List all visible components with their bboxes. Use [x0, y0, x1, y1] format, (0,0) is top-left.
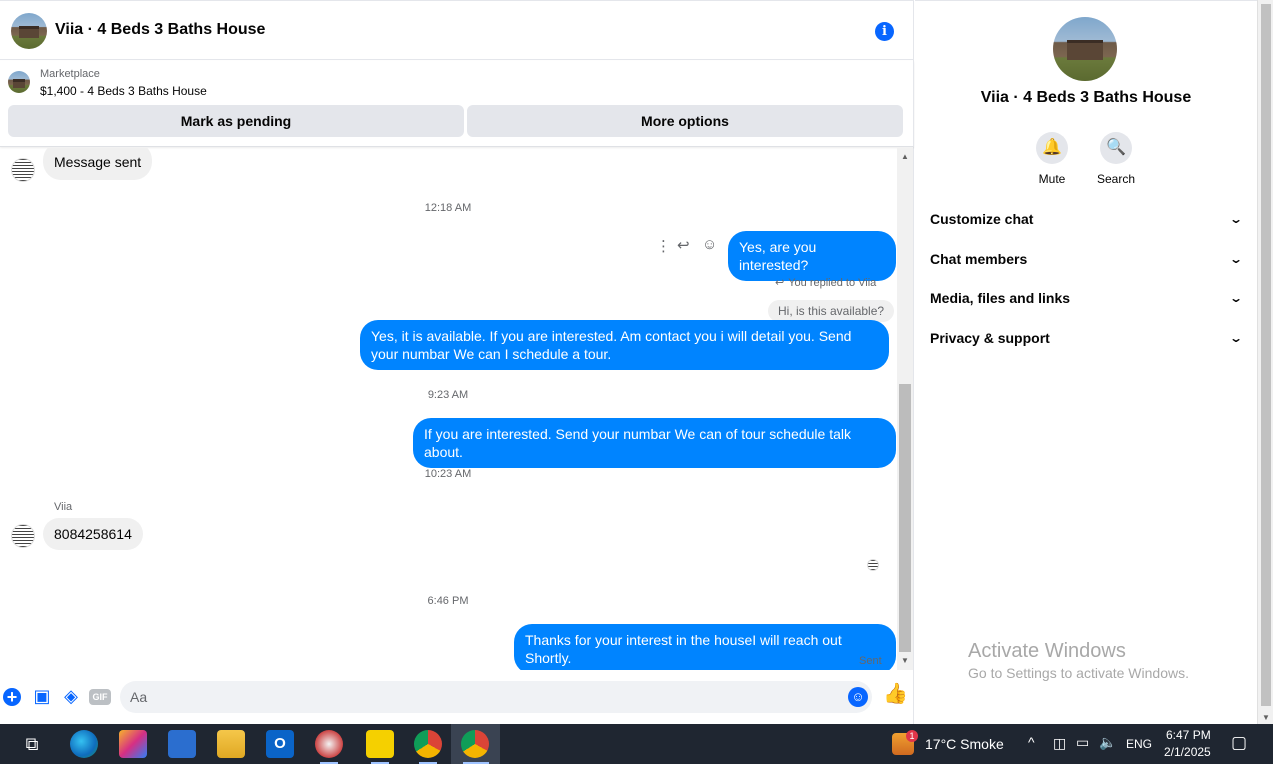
- timestamp: 6:46 PM: [427, 595, 469, 607]
- sticker-icon[interactable]: ◈: [61, 686, 81, 706]
- reply-arrow-icon: ↩: [775, 277, 785, 289]
- conversation-title[interactable]: Viia · 4 Beds 3 Baths House: [55, 21, 265, 39]
- sticky-notes-icon[interactable]: [366, 730, 394, 758]
- read-receipt-avatar: [867, 559, 879, 571]
- sender-avatar[interactable]: [11, 158, 35, 182]
- messenger-window: Viia · 4 Beds 3 Baths House i Marketplac…: [0, 0, 1273, 764]
- conversation-info-panel: Viia · 4 Beds 3 Baths House 🔔 Mute 🔍 Sea…: [915, 0, 1257, 724]
- section-label: Media, files and links: [930, 290, 1071, 306]
- message-input[interactable]: [130, 681, 830, 713]
- timestamp: 12:18 AM: [424, 202, 472, 214]
- profile-avatar[interactable]: [1053, 17, 1117, 81]
- paint-icon[interactable]: [315, 730, 343, 758]
- store-icon[interactable]: [168, 730, 196, 758]
- page-scrollbar[interactable]: ▼: [1257, 0, 1273, 724]
- reply-note: ↩ You replied to Viia: [775, 276, 876, 289]
- gif-icon[interactable]: GIF: [89, 689, 111, 705]
- chevron-up-icon[interactable]: ^: [1028, 734, 1035, 750]
- conversation-avatar[interactable]: [11, 13, 47, 49]
- mute-button[interactable]: 🔔 Mute: [1022, 132, 1082, 186]
- outgoing-message[interactable]: Thanks for your interest in the houseI w…: [514, 624, 896, 670]
- weather-badge: 1: [906, 730, 918, 742]
- plus-icon[interactable]: +: [3, 688, 21, 707]
- section-label: Chat members: [930, 251, 1028, 267]
- scroll-down-icon[interactable]: ▼: [1258, 713, 1273, 722]
- network-icon[interactable]: ▭: [1076, 734, 1089, 751]
- notifications-icon[interactable]: ▢: [1231, 733, 1247, 753]
- sender-name: Viia: [54, 501, 73, 513]
- language-indicator[interactable]: ENG: [1126, 737, 1152, 751]
- incoming-message[interactable]: Message sent: [43, 148, 153, 180]
- chrome-active-tile[interactable]: [451, 724, 500, 764]
- taskbar: ⧉ O 1 17°C Smoke ^ ◫ ▭ 🔈 ENG 6:47 PM 2/1…: [0, 724, 1273, 764]
- page-scroll-thumb[interactable]: [1261, 4, 1271, 706]
- outgoing-message[interactable]: If you are interested. Send your numbar …: [413, 418, 896, 468]
- chrome-icon: [461, 730, 489, 758]
- volume-icon[interactable]: 🔈: [1099, 734, 1116, 751]
- scroll-up-icon[interactable]: ▲: [897, 150, 913, 164]
- chevron-down-icon: ⌄: [1228, 252, 1244, 266]
- sender-avatar[interactable]: [11, 524, 35, 548]
- reply-note-text: You replied to Viia: [788, 277, 877, 289]
- profile-title: Viia · 4 Beds 3 Baths House: [980, 89, 1192, 106]
- scroll-thumb[interactable]: [899, 384, 911, 652]
- section-privacy-support[interactable]: Privacy & support ⌄: [923, 320, 1249, 356]
- composer: + ▣ ◈ GIF ☺ 👍: [0, 678, 914, 716]
- chevron-down-icon: ⌄: [1228, 331, 1244, 345]
- bell-icon: 🔔: [1036, 132, 1068, 164]
- section-label: Customize chat: [930, 211, 1034, 227]
- mark-as-pending-button[interactable]: Mark as pending: [8, 105, 464, 137]
- weather-text[interactable]: 17°C Smoke: [925, 736, 1004, 752]
- edge-icon[interactable]: [70, 730, 98, 758]
- reply-icon[interactable]: ↩: [677, 236, 690, 254]
- file-explorer-icon[interactable]: [217, 730, 245, 758]
- scroll-down-icon[interactable]: ▼: [897, 654, 913, 668]
- section-chat-members[interactable]: Chat members ⌄: [923, 241, 1249, 277]
- section-media-files-links[interactable]: Media, files and links ⌄: [923, 280, 1249, 316]
- search-button[interactable]: 🔍 Search: [1086, 132, 1146, 186]
- search-icon: 🔍: [1100, 132, 1132, 164]
- outgoing-message[interactable]: Yes, it is available. If you are interes…: [360, 320, 889, 370]
- chevron-down-icon: ⌄: [1228, 291, 1244, 305]
- task-view-icon[interactable]: ⧉: [20, 730, 44, 758]
- meet-now-icon[interactable]: ◫: [1053, 735, 1066, 752]
- message-status: Sent: [859, 655, 882, 667]
- marketplace-banner: Marketplace $1,400 - 4 Beds 3 Baths Hous…: [0, 61, 914, 147]
- message-list[interactable]: Message sent 12:18 AM ⋮ ↩ ☺ Yes, are you…: [0, 148, 896, 670]
- clock-date[interactable]: 2/1/2025: [1164, 745, 1211, 759]
- outgoing-message[interactable]: Yes, are you interested?: [728, 231, 896, 281]
- timestamp: 9:23 AM: [427, 389, 469, 401]
- more-vertical-icon[interactable]: ⋮: [656, 237, 671, 255]
- activation-watermark-title: Activate Windows: [968, 640, 1126, 662]
- section-label: Privacy & support: [930, 330, 1050, 346]
- section-customize-chat[interactable]: Customize chat ⌄: [923, 201, 1249, 237]
- listing-title[interactable]: $1,400 - 4 Beds 3 Baths House: [40, 84, 207, 98]
- chevron-down-icon: ⌄: [1228, 212, 1244, 226]
- outlook-icon[interactable]: O: [266, 730, 294, 758]
- chrome-icon[interactable]: [414, 730, 442, 758]
- chat-column: Viia · 4 Beds 3 Baths House i Marketplac…: [0, 0, 914, 724]
- listing-thumbnail[interactable]: [8, 71, 30, 93]
- message-input-box[interactable]: ☺: [120, 681, 872, 713]
- photo-icon[interactable]: ▣: [32, 686, 52, 706]
- marketplace-label: Marketplace: [40, 68, 100, 80]
- react-emoji-icon[interactable]: ☺: [702, 236, 717, 253]
- more-options-button[interactable]: More options: [467, 105, 903, 137]
- search-label: Search: [1096, 172, 1136, 186]
- clock-time[interactable]: 6:47 PM: [1166, 728, 1211, 742]
- thumbs-up-icon[interactable]: 👍: [883, 684, 908, 704]
- message-scrollbar[interactable]: ▲ ▼: [897, 148, 913, 670]
- info-icon[interactable]: i: [875, 22, 894, 41]
- activation-watermark-subtitle: Go to Settings to activate Windows.: [968, 665, 1189, 681]
- quoted-message[interactable]: Hi, is this available?: [768, 300, 895, 322]
- emoji-icon[interactable]: ☺: [848, 687, 868, 707]
- timestamp: 10:23 AM: [424, 468, 472, 480]
- mute-label: Mute: [1038, 172, 1066, 186]
- copilot-icon[interactable]: [119, 730, 147, 758]
- incoming-message[interactable]: 8084258614: [43, 518, 143, 550]
- chat-header: Viia · 4 Beds 3 Baths House i: [0, 0, 914, 60]
